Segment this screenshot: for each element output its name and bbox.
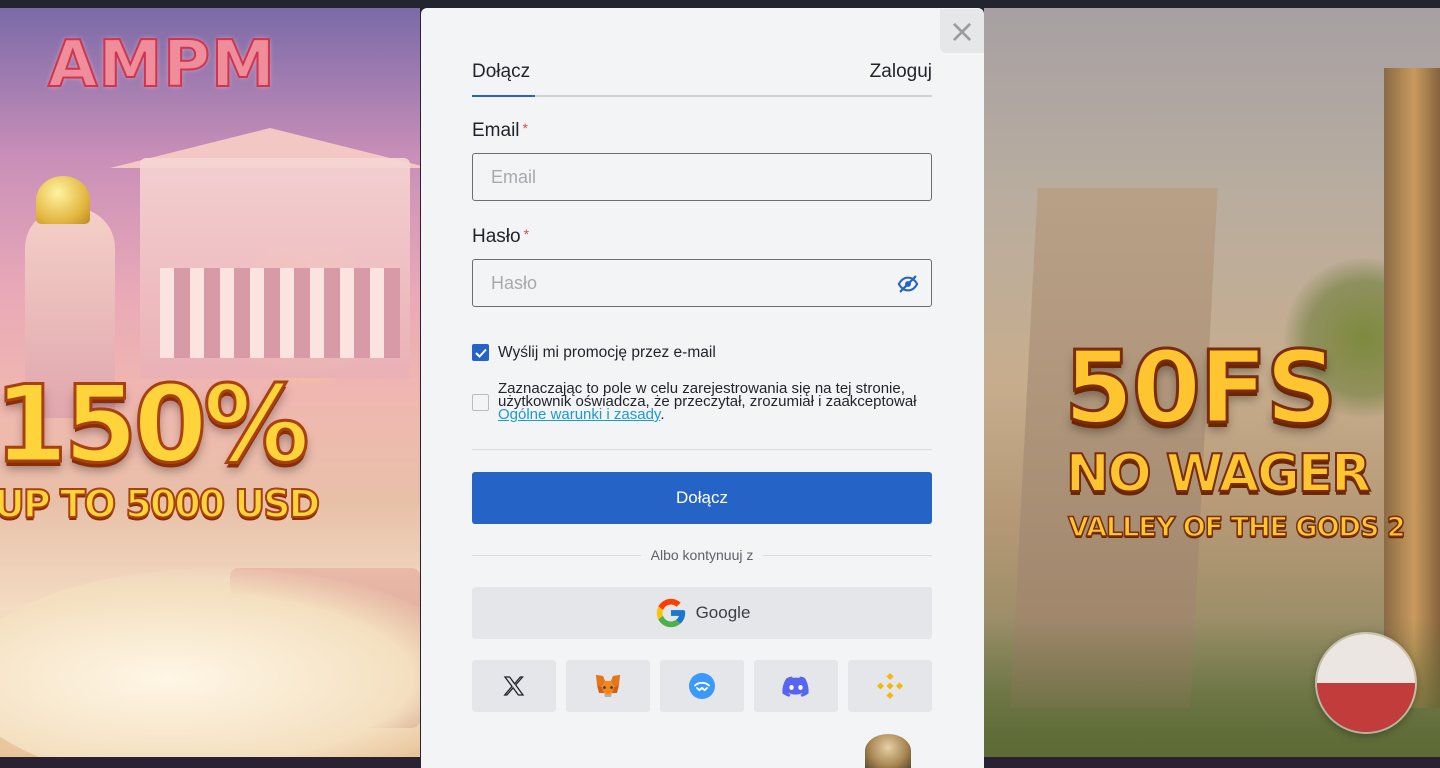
form-divider xyxy=(472,449,932,450)
terms-link[interactable]: Ogólne warunki i zasady xyxy=(498,406,660,423)
eye-slash-icon[interactable] xyxy=(897,273,919,295)
walletconnect-icon xyxy=(689,673,715,699)
binance-icon xyxy=(876,672,904,700)
password-input[interactable] xyxy=(473,260,931,306)
bonus-subline: UP TO 5000 USD xyxy=(0,481,321,527)
email-input[interactable] xyxy=(473,154,931,200)
join-submit-button[interactable]: Dołącz xyxy=(472,472,932,524)
close-button[interactable]: × xyxy=(940,9,984,53)
binance-login-button[interactable] xyxy=(848,660,932,712)
google-label: Google xyxy=(695,603,751,622)
password-field-wrapper xyxy=(472,259,932,307)
bonus-headline: 150% xyxy=(0,363,311,486)
discord-login-button[interactable] xyxy=(754,660,838,712)
registration-modal: × Dołącz Zaloguj Email* Hasło* Wyślij mi… xyxy=(421,8,984,768)
freespins-subline: NO WAGER xyxy=(1065,444,1372,504)
language-flag-button[interactable] xyxy=(1315,632,1417,734)
password-label: Hasło * xyxy=(472,226,530,247)
google-icon xyxy=(656,598,685,628)
google-login-button[interactable]: Google xyxy=(472,587,932,639)
freespins-game: VALLEY OF THE GODS 2 xyxy=(1067,512,1406,543)
terms-checkbox[interactable] xyxy=(472,394,489,411)
required-mark: * xyxy=(522,120,528,136)
promo-checkbox-label: Wyślij mi promocję przez e-mail xyxy=(498,344,716,361)
tab-join[interactable]: Dołącz xyxy=(472,61,530,83)
active-tab-indicator xyxy=(472,95,535,97)
mascot-image xyxy=(865,734,911,768)
promo-checkbox-row: Wyślij mi promocję przez e-mail xyxy=(472,344,716,362)
x-login-button[interactable] xyxy=(472,660,556,712)
brand-logo: AMPM xyxy=(47,27,276,103)
close-icon: × xyxy=(948,12,976,50)
discord-icon xyxy=(782,676,809,697)
social-login-row xyxy=(472,660,932,712)
top-bar xyxy=(0,0,1440,8)
or-text: Albo kontynuuj z xyxy=(650,547,754,563)
email-field-wrapper xyxy=(472,153,932,201)
metamask-login-button[interactable] xyxy=(566,660,650,712)
tab-login[interactable]: Zaloguj xyxy=(870,61,932,83)
x-icon xyxy=(503,676,525,696)
email-label: Email * xyxy=(472,120,528,141)
terms-text: Zaznaczając to pole w celu zarejestrowan… xyxy=(498,380,917,423)
terms-checkbox-row: Zaznaczając to pole w celu zarejestrowan… xyxy=(472,380,930,423)
check-icon xyxy=(474,348,487,358)
or-separator: Albo kontynuuj z xyxy=(472,545,933,565)
required-mark: * xyxy=(523,226,530,242)
walletconnect-login-button[interactable] xyxy=(660,660,744,712)
metamask-icon xyxy=(596,675,620,697)
auth-tabs: Dołącz Zaloguj xyxy=(472,61,932,97)
promo-checkbox[interactable] xyxy=(472,344,489,361)
freespins-headline: 50FS xyxy=(1063,329,1339,446)
